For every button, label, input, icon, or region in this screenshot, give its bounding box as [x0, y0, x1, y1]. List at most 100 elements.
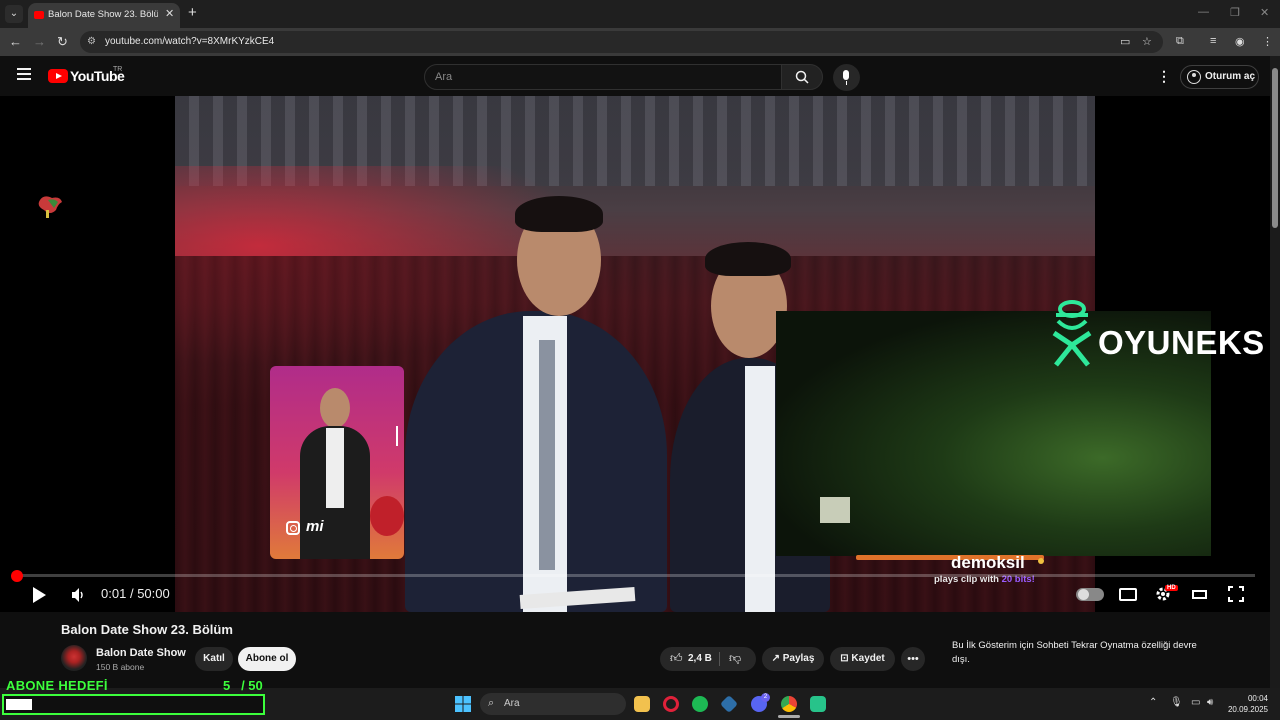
youtube-favicon-icon — [34, 11, 44, 19]
new-tab-button[interactable]: + — [188, 4, 197, 21]
volume-icon[interactable] — [72, 588, 84, 602]
tab-title: Balon Date Show 23. Bölüm - YouTube — [48, 9, 158, 20]
speaker-icon[interactable]: 🔊︎ — [1207, 697, 1213, 708]
join-button[interactable]: Katıl — [195, 647, 233, 671]
youtube-logo-icon[interactable] — [48, 69, 68, 83]
channel-name[interactable]: Balon Date Show — [96, 647, 186, 659]
host-right-hair — [705, 242, 791, 276]
youtube-header: YouTube TR Ara ⋮ Oturum aç — [0, 56, 1270, 96]
subscriber-count: 150 B abone — [96, 662, 145, 672]
like-divider — [719, 652, 720, 666]
seek-bar[interactable] — [12, 574, 1255, 577]
promo-person-shirt — [326, 428, 344, 508]
discord-badge: 2 — [761, 693, 770, 702]
fullscreen-icon[interactable] — [1227, 585, 1245, 603]
seek-bar-handle[interactable] — [11, 570, 23, 582]
close-window-button[interactable]: ✕ — [1260, 6, 1269, 19]
like-icon[interactable]: 👍︎ — [670, 651, 683, 666]
signin-button[interactable]: Oturum aç — [1180, 65, 1259, 89]
windows-start-icon[interactable] — [455, 696, 471, 712]
save-label: Kaydet — [851, 653, 885, 664]
share-icon: ↗ — [771, 653, 783, 664]
reload-button[interactable]: ↻ — [57, 34, 68, 50]
search-placeholder: Ara — [435, 71, 453, 83]
profile-icon[interactable]: ◉ — [1235, 35, 1245, 48]
search-input[interactable]: Ara — [424, 64, 782, 90]
menu-hamburger-icon[interactable] — [17, 68, 31, 80]
site-info-icon[interactable]: ⚙ — [87, 36, 96, 47]
chrome-icon[interactable] — [781, 696, 797, 712]
like-count[interactable]: 2,4 B — [688, 653, 712, 664]
tray-overflow-icon[interactable]: ⌃ — [1149, 697, 1157, 708]
bookmark-star-icon[interactable]: ☆ — [1142, 35, 1152, 48]
page-scrollbar-thumb[interactable] — [1272, 68, 1278, 228]
promo-balloon — [370, 496, 404, 536]
host-left-hair — [515, 196, 603, 232]
tab-search-button[interactable]: ⌄ — [5, 5, 23, 23]
subscriber-goal-fill — [6, 699, 32, 710]
duration: 50:00 — [137, 586, 170, 601]
network-icon[interactable]: ▭ — [1191, 697, 1200, 708]
oyuneks-logo-icon — [1052, 300, 1092, 367]
play-button[interactable] — [33, 587, 46, 603]
browser-menu-icon[interactable]: ⋮ — [1262, 35, 1273, 48]
goal-current: 5 — [223, 678, 231, 693]
dislike-icon[interactable]: 👎︎ — [729, 651, 741, 666]
time-separator: / — [129, 586, 134, 601]
promo-cursor — [396, 426, 398, 446]
spotify-icon[interactable] — [692, 696, 708, 712]
autoplay-toggle[interactable] — [1076, 588, 1104, 601]
oyuneks-brand-text: OYUNEKS — [1098, 324, 1265, 361]
voice-search-icon[interactable] — [833, 64, 860, 91]
share-button[interactable]: ↗ Paylaş — [762, 647, 824, 671]
clock-date: 20.09.2025 — [1227, 705, 1268, 714]
account-icon — [1187, 70, 1201, 84]
address-bar[interactable]: ⚙ youtube.com/watch?v=8XMrKYzkCE4 ▭ ☆ — [80, 31, 1163, 53]
channel-avatar[interactable] — [61, 645, 87, 671]
minimize-button[interactable]: — — [1198, 6, 1209, 18]
search-button[interactable] — [781, 64, 823, 90]
browser-tab-strip: ⌄ Balon Date Show 23. Bölüm - YouTube ✕ … — [0, 0, 1280, 28]
search-icon — [795, 70, 809, 84]
chat-replay-message: Bu İlk Gösterim için Sohbeti Tekrar Oyna… — [952, 640, 1197, 665]
subtitles-icon[interactable] — [1119, 588, 1137, 601]
subscriber-goal-count: 5 / 50 — [223, 678, 263, 693]
settings-menu-icon[interactable]: ⋮ — [1157, 68, 1171, 85]
clip-username: demoksil — [951, 553, 1025, 572]
app-icon-green[interactable] — [810, 696, 826, 712]
clip-status-dot — [1038, 558, 1044, 564]
save-icon: ⊡ — [840, 653, 852, 664]
host-left-tie — [539, 340, 555, 570]
theater-mode-icon[interactable] — [1192, 590, 1207, 599]
share-label: Paylaş — [782, 653, 815, 664]
taskbar-search[interactable]: ⌕ Ara — [480, 693, 626, 715]
promo-person-head — [320, 388, 350, 428]
goal-target: / 50 — [241, 678, 263, 693]
microphone-tray-icon[interactable]: 🎙︎ — [1170, 697, 1183, 708]
video-player[interactable]: mi OYUNEKS demoksil plays clip with 20 b… — [0, 96, 1270, 612]
tab-close-icon[interactable]: ✕ — [165, 7, 174, 20]
maximize-button[interactable]: ❐ — [1230, 6, 1240, 19]
channel-watermark-icon — [38, 196, 62, 218]
app-icon[interactable] — [719, 694, 739, 714]
subscribe-button[interactable]: Abone ol — [238, 647, 296, 671]
browser-tab-active[interactable]: Balon Date Show 23. Bölüm - YouTube ✕ — [28, 3, 180, 28]
media-controls-icon[interactable]: ≡ — [1210, 35, 1216, 47]
forward-button[interactable]: → — [33, 34, 46, 49]
hd-badge: HD — [1165, 585, 1178, 591]
browser-toolbar: ← → ↻ ⚙ youtube.com/watch?v=8XMrKYzkCE4 … — [0, 28, 1280, 56]
extensions-icon[interactable]: ⧉ — [1176, 35, 1184, 48]
instagram-icon — [286, 521, 300, 535]
taskbar-search-icon: ⌕ — [488, 697, 495, 709]
region-code: TR — [113, 66, 123, 73]
more-actions-button[interactable]: ••• — [901, 647, 925, 671]
taskbar-clock[interactable]: 00:04 20.09.2025 — [1226, 693, 1268, 715]
file-explorer-icon[interactable] — [634, 696, 650, 712]
cast-icon[interactable]: ▭ — [1120, 35, 1130, 48]
opera-icon[interactable] — [663, 696, 679, 712]
back-button[interactable]: ← — [9, 34, 22, 49]
promo-card: mi — [270, 366, 404, 559]
video-title: Balon Date Show 23. Bölüm — [61, 622, 233, 637]
save-button[interactable]: ⊡ Kaydet — [830, 647, 895, 671]
subscriber-goal-bar — [2, 694, 265, 715]
